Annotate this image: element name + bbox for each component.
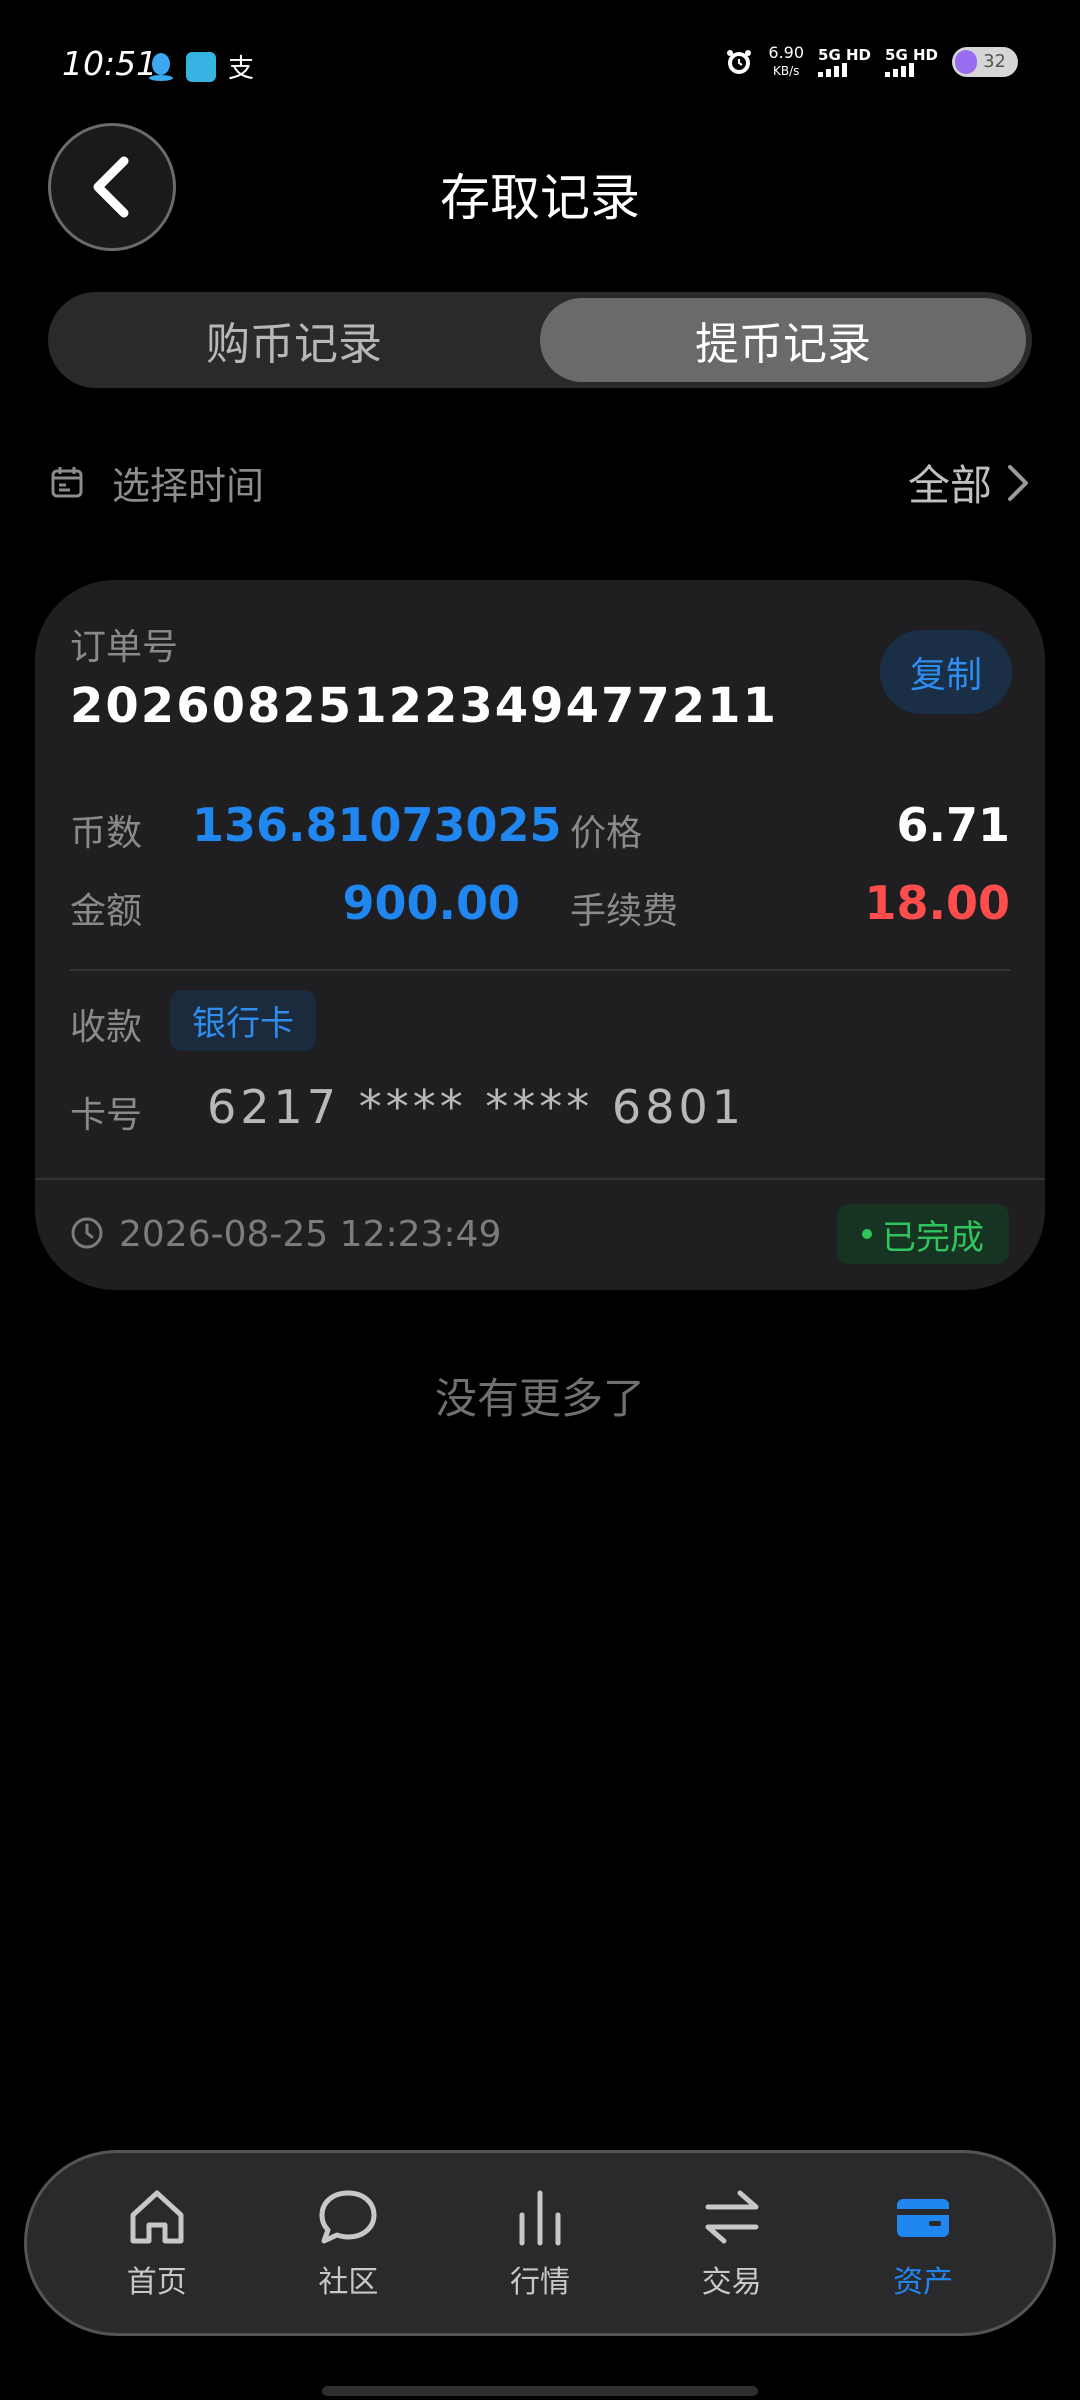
status-time: 10:51 (62, 44, 158, 83)
status-dot (862, 1229, 872, 1239)
status-right: 6.90 KB/s 5G HD 5G HD 32 (724, 44, 1018, 80)
notification-icons: 支 (148, 48, 254, 85)
nav-community[interactable]: 社区 (263, 2185, 433, 2301)
chevron-right-icon (1008, 464, 1028, 501)
copy-button[interactable]: 复制 (880, 630, 1012, 714)
signal-bars-icon (818, 63, 871, 77)
network-1-label: 5G HD (818, 46, 872, 64)
battery-level: 32 (983, 51, 1006, 72)
alarm-icon (727, 50, 752, 74)
network-2-label: 5G HD (885, 46, 938, 64)
amount-value: 900.00 (342, 876, 520, 930)
speed-value: 6.90 (768, 43, 805, 62)
nav-assets-label: 资产 (893, 2265, 954, 2300)
bottom-nav: 首页 社区 行情 交易 资产 (24, 2150, 1056, 2336)
signal-bars-icon (885, 63, 938, 77)
amount-label: 金额 (70, 891, 143, 932)
date-picker[interactable]: 选择时间 (112, 455, 264, 510)
record-card: 订单号 20260825122349477211 复制 币数 136.81073… (35, 580, 1045, 1290)
home-indicator[interactable] (322, 2386, 758, 2396)
wallet-icon (897, 2199, 950, 2237)
swap-icon (705, 2190, 759, 2244)
speed-unit: KB/s (773, 64, 800, 78)
app-icon (186, 51, 216, 82)
nav-market-label: 行情 (509, 2265, 570, 2300)
status-filter-label: 全部 (907, 461, 992, 510)
nav-home-label: 首页 (126, 2265, 187, 2300)
divider (70, 969, 1010, 971)
nav-home[interactable]: 首页 (72, 2185, 242, 2301)
nav-trade-label: 交易 (701, 2265, 762, 2300)
chat-icon (319, 2190, 377, 2244)
nav-market[interactable]: 行情 (455, 2185, 625, 2301)
coins-value: 136.81073025 (192, 798, 562, 852)
calendar-icon (51, 467, 83, 498)
home-icon (130, 2190, 184, 2244)
receive-label: 收款 (70, 1007, 143, 1048)
tab-purchase-records[interactable]: 购币记录 (54, 298, 534, 382)
record-timestamp: 2026-08-25 12:23:49 (119, 1214, 502, 1255)
order-number: 20260825122349477211 (70, 678, 778, 734)
network-speed: 6.90 KB/s (768, 44, 804, 80)
status-badge: 已完成 (837, 1204, 1009, 1264)
status-label: 已完成 (882, 1217, 984, 1258)
qq-icon (149, 52, 173, 81)
page-title: 存取记录 (440, 169, 640, 227)
card-number: 6217 **** **** 6801 (207, 1080, 745, 1134)
coins-label: 币数 (70, 813, 143, 854)
fee-value: 18.00 (864, 876, 1010, 930)
list-end-text: 没有更多了 (434, 1374, 645, 1423)
status-filter[interactable]: 全部 (908, 452, 1030, 513)
chart-icon (519, 2190, 561, 2246)
filter-row: 选择时间 全部 (50, 452, 1030, 512)
fee-label: 手续费 (570, 891, 679, 932)
order-number-label: 订单号 (70, 627, 179, 668)
card-number-label: 卡号 (70, 1095, 143, 1136)
receive-method-tag: 银行卡 (170, 990, 316, 1051)
record-type-tabs: 购币记录 提币记录 (48, 292, 1032, 388)
clock-icon (71, 1217, 103, 1249)
nav-trade[interactable]: 交易 (647, 2185, 817, 2301)
tab-withdraw-records[interactable]: 提币记录 (540, 298, 1026, 382)
alipay-icon: 支 (228, 54, 255, 84)
nav-assets[interactable]: 资产 (838, 2185, 1008, 2301)
price-value: 6.71 (896, 798, 1011, 852)
nav-community-label: 社区 (318, 2265, 379, 2300)
price-label: 价格 (570, 813, 643, 854)
signal-1: 5G HD (818, 47, 871, 77)
signal-2: 5G HD (885, 47, 938, 77)
battery-icon: 32 (952, 47, 1018, 77)
